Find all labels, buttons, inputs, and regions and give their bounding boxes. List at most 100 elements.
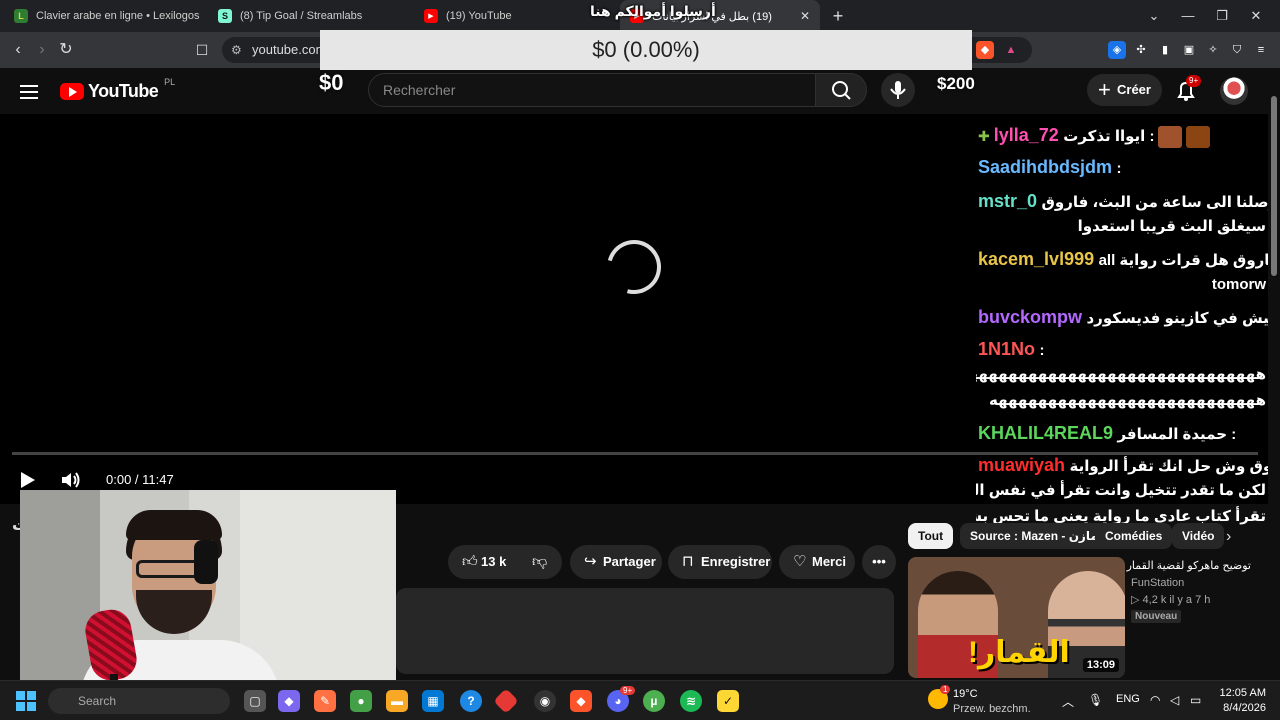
chat-text: : — [1116, 160, 1122, 177]
file-explorer-icon[interactable]: ▬ — [386, 690, 408, 712]
tab-search-icon[interactable]: ⌄ — [1144, 6, 1164, 26]
wifi-icon[interactable]: ◠ — [1150, 693, 1160, 707]
super-thanks-icon: ♡ — [793, 553, 807, 570]
recommended-title[interactable]: توضيح ماهركو لقضية القمار — [1127, 559, 1251, 572]
chip-comedies[interactable]: Comédies — [1095, 523, 1173, 549]
recommended-thumbnail[interactable]: القمار! 13:09 — [908, 557, 1125, 678]
screen: L Clavier arabe en ligne • Lexilogos S (… — [0, 0, 1280, 720]
notifications-button[interactable]: 9+ — [1172, 75, 1202, 105]
chat-app-icon[interactable]: ◆ — [278, 690, 300, 712]
help-icon[interactable]: ? — [460, 690, 482, 712]
thumbs-up-icon: 👍︎ — [462, 553, 478, 570]
forward-icon[interactable]: › — [32, 40, 52, 60]
new-tab-button[interactable]: + — [828, 6, 848, 26]
chat-emote-icon — [1158, 125, 1183, 148]
close-tab-icon[interactable]: ✕ — [798, 9, 812, 23]
tab-title: Clavier arabe en ligne • Lexilogos — [36, 10, 200, 22]
weather-condition: Przew. bezchm. — [953, 703, 1031, 715]
obs-icon[interactable]: ◉ — [534, 690, 556, 712]
lexilogos-favicon-icon: L — [14, 9, 28, 23]
share-button[interactable]: ↪ Partager — [570, 545, 662, 579]
minimize-icon[interactable]: — — [1178, 6, 1198, 26]
tab-youtube[interactable]: ▶ (19) YouTube — [414, 0, 618, 32]
chip-all[interactable]: Tout — [908, 523, 954, 549]
create-button[interactable]: + Créer — [1087, 74, 1162, 106]
red-app-icon[interactable] — [493, 688, 519, 714]
extension-badge-icon[interactable]: ◈ — [1108, 41, 1126, 59]
menu-icon[interactable]: ≡ — [1252, 41, 1270, 59]
volume-icon[interactable] — [60, 470, 82, 490]
chat-message-continuation: tomorw — [1211, 276, 1266, 293]
spotify-like-icon[interactable]: ● — [350, 690, 372, 712]
page-scrollbar[interactable] — [1268, 68, 1280, 680]
search-button[interactable] — [815, 73, 867, 107]
weather-badge: 1 — [940, 685, 951, 694]
thanks-button[interactable]: ♡ Merci — [779, 545, 855, 579]
windows-start-icon[interactable] — [16, 691, 36, 711]
thumbs-down-icon: 👎︎ — [532, 553, 548, 570]
dislike-button[interactable]: 👎︎ — [524, 545, 562, 579]
chat-text: حميدة المسافر : — [1117, 426, 1237, 443]
site-info-icon[interactable]: ⚙ — [231, 37, 242, 63]
paint-icon[interactable]: ✎ — [314, 690, 336, 712]
time-display: 0:00 / 11:47 — [106, 472, 174, 487]
play-icon[interactable] — [20, 472, 36, 488]
maximize-icon[interactable]: ❐ — [1212, 6, 1232, 26]
thumbnail-caption: القمار! — [968, 636, 1070, 669]
voice-search-button[interactable] — [881, 73, 915, 107]
tab-streamlabs[interactable]: S (8) Tip Goal / Streamlabs — [208, 0, 412, 32]
bookmark-icon[interactable]: ☐ — [192, 40, 212, 60]
sidebar-icon[interactable]: ▮ — [1156, 41, 1174, 59]
close-window-icon[interactable]: ✕ — [1246, 6, 1266, 26]
reload-icon[interactable]: ↻ — [56, 40, 76, 60]
account-avatar[interactable] — [1220, 77, 1248, 105]
chip-video[interactable]: Vidéo — [1172, 523, 1225, 549]
brave-browser-icon[interactable]: ◆ — [570, 690, 592, 712]
torrent-icon[interactable]: µ — [643, 690, 665, 712]
show-hidden-icons[interactable]: ︿ — [1062, 693, 1074, 710]
scrollbar-thumb[interactable] — [1271, 96, 1277, 276]
chevron-right-icon[interactable]: › — [1226, 528, 1231, 546]
spotify-icon[interactable]: ≋ — [680, 690, 702, 712]
clock-date: 8/4/2026 — [1223, 702, 1266, 714]
tip-goal-bar: $0 (0.00%) — [320, 30, 972, 70]
speaker-icon[interactable]: ◁ — [1170, 693, 1179, 707]
back-icon[interactable]: ‹ — [8, 40, 28, 60]
leo-ai-icon[interactable]: ✧ — [1204, 41, 1222, 59]
clock[interactable]: 12:05 AM 8/4/2026 — [1196, 686, 1266, 716]
chat-username: buvckompw — [978, 307, 1083, 327]
more-actions-button[interactable]: ••• — [862, 545, 896, 579]
save-button[interactable]: ⊓ Enregistrer — [668, 545, 772, 579]
search-input[interactable]: Rechercher — [368, 73, 816, 107]
microphone-icon — [890, 81, 906, 99]
tip-goal-min: $0 — [319, 70, 344, 95]
webcam-overlay — [20, 490, 396, 702]
task-view-icon[interactable]: ▢ — [244, 690, 266, 712]
guide-menu-icon[interactable] — [20, 81, 40, 101]
description-box[interactable] — [396, 588, 894, 674]
chat-message: mstr_0 وصلنا الى ساعة من البث، فاروق : — [978, 188, 1269, 216]
taskbar-search[interactable]: Search — [48, 688, 230, 714]
youtube-logo[interactable]: YouTube PL — [60, 77, 175, 102]
chat-overlay: ✚ lylla_72 ايواا تذكرت : Saadihdbdsjdm : ms… — [974, 120, 1269, 540]
tip-goal-max: $200 — [937, 74, 975, 93]
language-indicator[interactable]: ENG — [1116, 693, 1140, 705]
recommended-channel[interactable]: FunStation — [1131, 577, 1184, 589]
extensions-icon[interactable]: ✣ — [1132, 41, 1150, 59]
clock-time: 12:05 AM — [1219, 687, 1266, 699]
chat-username: muawiyah — [978, 455, 1066, 475]
wallet-icon[interactable]: ▣ — [1180, 41, 1198, 59]
brave-rewards-icon[interactable]: ▲ — [1002, 41, 1020, 59]
youtube-header: YouTube PL Rechercher + Créer 9+ — [0, 68, 1280, 114]
mic-tray-icon[interactable]: 🎙︎ — [1088, 693, 1103, 707]
todo-app-icon[interactable]: ✓ — [717, 690, 739, 712]
chip-source[interactable]: Source : Mazen - مازن — [960, 523, 1108, 549]
vpn-icon[interactable]: ⛉ — [1228, 41, 1246, 59]
brave-shield-icon[interactable]: ◆ — [976, 41, 994, 59]
tab-title: (8) Tip Goal / Streamlabs — [240, 10, 363, 22]
tab-lexilogos[interactable]: L Clavier arabe en ligne • Lexilogos — [4, 0, 208, 32]
store-icon[interactable]: ▦ — [422, 690, 444, 712]
video-duration: 13:09 — [1082, 658, 1119, 672]
tab-title: (19) YouTube — [446, 10, 512, 22]
chat-username: 1N1No — [978, 339, 1036, 359]
